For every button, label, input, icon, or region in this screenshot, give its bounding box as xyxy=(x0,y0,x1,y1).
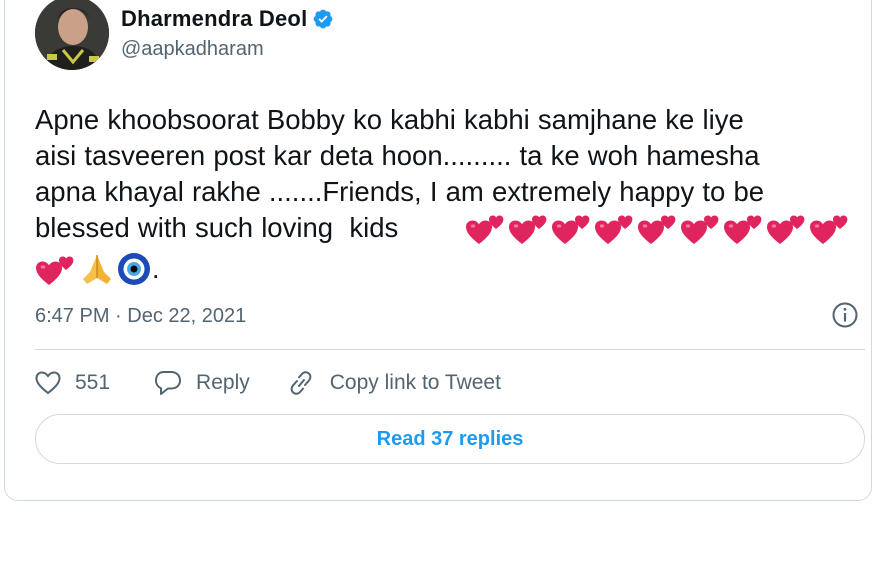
hearts-emoji-row xyxy=(465,211,852,245)
two-hearts-emoji xyxy=(509,215,547,244)
tweet-card[interactable]: Dharmendra Deol @aapkadharam Apne khoobs… xyxy=(4,0,872,501)
link-icon xyxy=(290,371,312,395)
two-hearts-emoji xyxy=(595,215,633,244)
two-hearts-emoji xyxy=(466,215,504,244)
tweet-timestamp[interactable]: 6:47 PM · Dec 22, 2021 xyxy=(35,305,246,328)
nazar-amulet-emoji xyxy=(118,253,150,285)
like-count: 551 xyxy=(75,371,111,394)
author-handle[interactable]: @aapkadharam xyxy=(121,38,334,61)
reply-label: Reply xyxy=(196,371,250,394)
divider xyxy=(35,349,865,350)
emoji-row: . xyxy=(35,251,160,287)
two-hearts-emoji xyxy=(552,215,590,244)
reply-button[interactable]: Reply xyxy=(154,370,250,396)
folded-hands-emoji xyxy=(83,255,111,284)
trailing-period: . xyxy=(152,253,160,284)
two-hearts-emoji xyxy=(724,215,762,244)
info-icon[interactable] xyxy=(831,301,859,329)
two-hearts-emoji xyxy=(767,215,805,244)
display-name-row: Dharmendra Deol xyxy=(121,6,334,32)
tweet-header: Dharmendra Deol @aapkadharam xyxy=(35,0,334,73)
two-hearts-emoji xyxy=(810,215,848,244)
two-hearts-emoji xyxy=(681,215,719,244)
tweet-actions: 551 Reply Copy link to Tweet xyxy=(35,363,501,403)
avatar-portrait xyxy=(35,0,109,70)
reply-bubble-icon xyxy=(155,371,182,395)
avatar[interactable] xyxy=(35,0,109,70)
display-name[interactable]: Dharmendra Deol xyxy=(121,6,307,32)
verified-badge-icon xyxy=(313,9,333,28)
author-names: Dharmendra Deol @aapkadharam xyxy=(121,6,334,61)
two-hearts-emoji xyxy=(36,256,74,285)
copy-link-button[interactable]: Copy link to Tweet xyxy=(286,369,501,397)
like-button[interactable]: 551 xyxy=(35,371,110,395)
heart-icon xyxy=(35,371,61,395)
read-replies-label: Read 37 replies xyxy=(376,427,524,450)
copy-link-label: Copy link to Tweet xyxy=(329,371,501,394)
two-hearts-emoji xyxy=(638,215,676,244)
read-replies-button[interactable]: Read 37 replies xyxy=(35,414,865,464)
